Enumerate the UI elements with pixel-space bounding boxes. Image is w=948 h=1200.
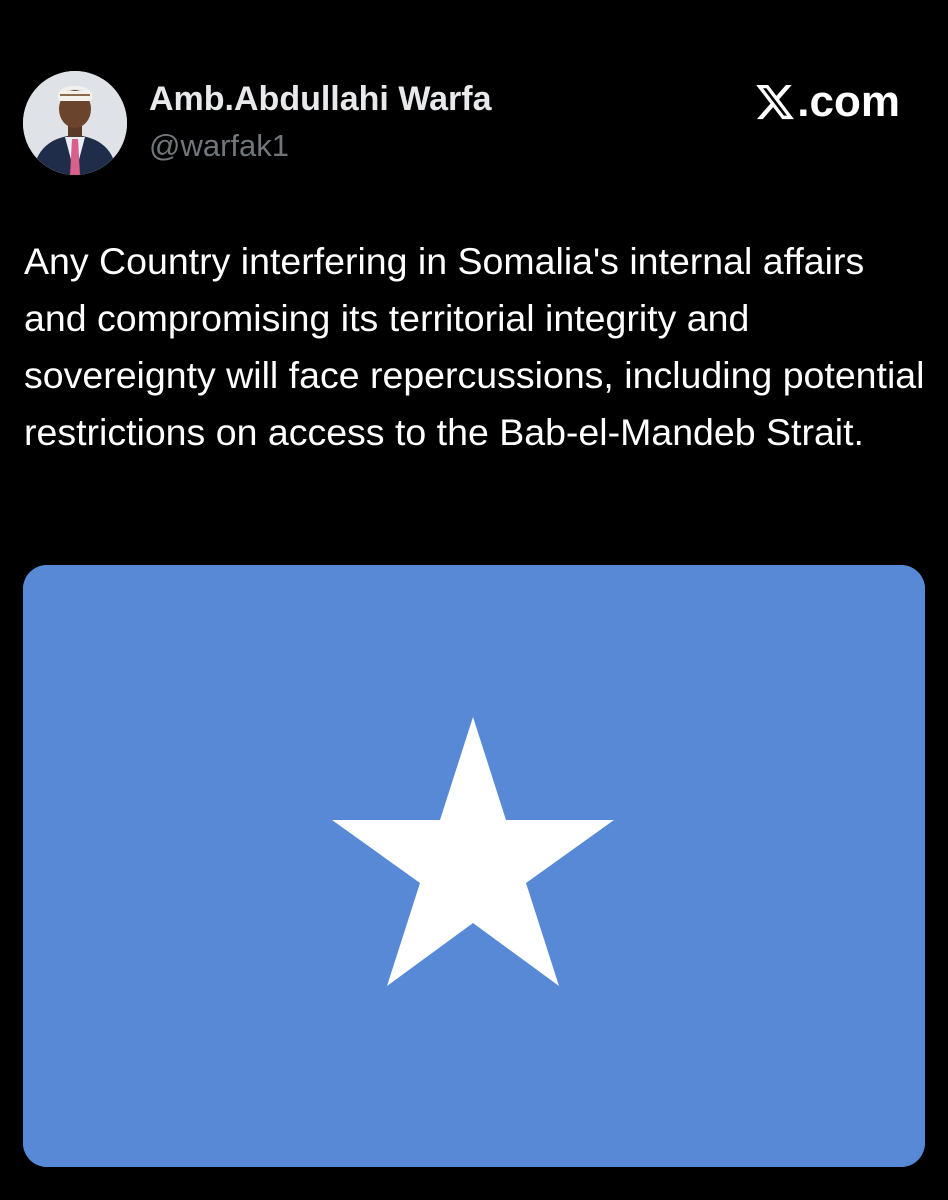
source-link[interactable]: .com [754, 80, 900, 124]
somalia-flag-image [23, 565, 925, 1167]
avatar[interactable] [23, 71, 127, 175]
author-display-name[interactable]: Amb.Abdullahi Warfa [149, 80, 492, 119]
tweet-card: Amb.Abdullahi Warfa @warfak1 .com Any Co… [0, 0, 948, 1200]
source-label: .com [797, 77, 900, 126]
x-logo-icon [756, 84, 795, 120]
tweet-text: Any Country interfering in Somalia's int… [24, 240, 925, 453]
author-handle[interactable]: @warfak1 [149, 128, 289, 164]
profile-photo-icon [23, 71, 127, 175]
tweet-media-image[interactable] [23, 565, 925, 1167]
